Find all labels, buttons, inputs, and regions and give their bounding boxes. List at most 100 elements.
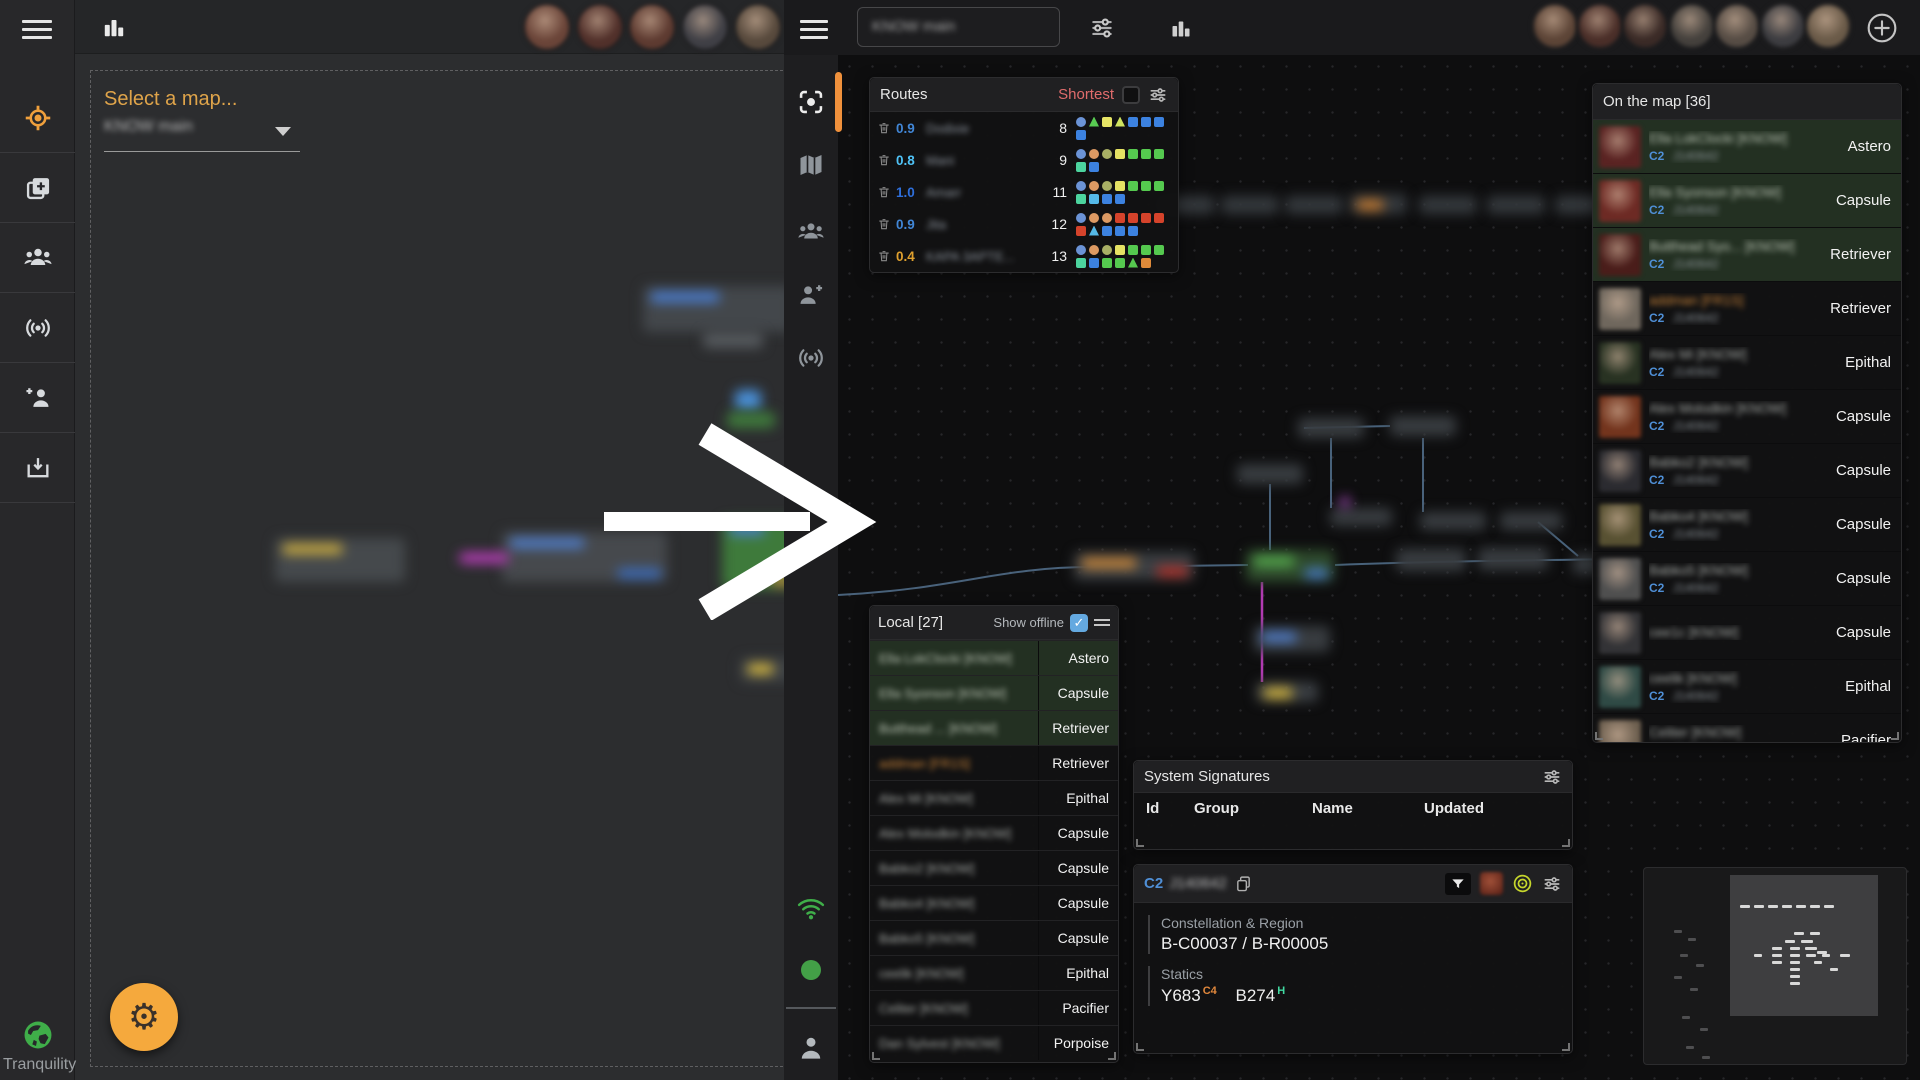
map-node[interactable] <box>722 519 784 589</box>
map-node[interactable] <box>1487 196 1545 214</box>
system-chip[interactable] <box>1076 193 1086 204</box>
pilot-row[interactable]: Celiter [KNOW] C2 J140642 Pacifier <box>1593 714 1901 742</box>
column-header[interactable]: Id <box>1134 800 1194 817</box>
avatar[interactable] <box>1805 3 1851 49</box>
system-chip[interactable] <box>1154 212 1164 223</box>
system-chip[interactable] <box>1115 180 1125 191</box>
panel-menu-icon[interactable] <box>1094 619 1110 626</box>
trash-icon[interactable] <box>877 217 891 231</box>
system-info-header[interactable]: C2 J140642 <box>1134 865 1572 903</box>
system-chip[interactable] <box>1154 180 1164 191</box>
pilot-row[interactable]: Alex Molodkin [KNOW] Capsule <box>870 815 1118 850</box>
map-node[interactable] <box>1478 548 1548 570</box>
map-select-value[interactable]: KNOW main <box>104 118 193 136</box>
sidebar-item-import[interactable] <box>0 433 75 503</box>
avatar[interactable] <box>1577 3 1623 49</box>
system-chip[interactable] <box>1076 148 1086 159</box>
sidebar-item-people[interactable] <box>0 223 75 293</box>
map-node[interactable] <box>1254 626 1330 652</box>
column-header[interactable]: Updated <box>1424 800 1484 817</box>
toolbar-item-add-person[interactable] <box>784 281 838 309</box>
system-chip[interactable] <box>1115 225 1125 236</box>
system-chip[interactable] <box>1102 116 1112 127</box>
system-chip[interactable] <box>1076 244 1086 255</box>
map-node[interactable] <box>1390 416 1456 436</box>
system-chip[interactable] <box>1102 148 1112 159</box>
pilot-row[interactable]: Butthead ... [KNOW] Retriever <box>870 710 1118 745</box>
pilot-row[interactable]: Ella Syonson [KNOW] C2 J140642 Capsule <box>1593 174 1901 228</box>
pilot-row[interactable]: Babko5 [KNOW] Capsule <box>870 920 1118 955</box>
system-chip[interactable] <box>1141 180 1151 191</box>
system-chip[interactable] <box>1089 257 1099 268</box>
route-row[interactable]: 0.9 Dodixie 8 <box>870 112 1178 144</box>
trash-icon[interactable] <box>877 153 891 167</box>
system-chip[interactable] <box>1128 180 1138 191</box>
menu-icon[interactable] <box>22 20 52 39</box>
avatar[interactable] <box>523 3 571 51</box>
pilot-row[interactable]: Babko2 [KNOW] Capsule <box>870 850 1118 885</box>
pilot-row[interactable]: Babko4 [KNOW] Capsule <box>870 885 1118 920</box>
route-mode-checkbox[interactable] <box>1122 85 1140 104</box>
toolbar-item-broadcast[interactable] <box>784 343 838 373</box>
system-chip[interactable] <box>1089 148 1099 159</box>
resize-handle[interactable] <box>1595 732 1603 740</box>
copy-icon[interactable] <box>1235 875 1252 892</box>
system-chip[interactable] <box>1128 257 1138 268</box>
system-chip[interactable] <box>1115 257 1125 268</box>
bubble-rings-icon[interactable] <box>1512 873 1533 894</box>
settings-fab[interactable]: ⚙ <box>110 983 178 1051</box>
pilot-row[interactable]: Ella LokClocki [KNOW] C2 J140642 Astero <box>1593 120 1901 174</box>
pilot-row[interactable]: cee1c [KNOW] Capsule <box>1593 606 1901 660</box>
map-node[interactable] <box>275 538 405 582</box>
system-chip[interactable] <box>1115 116 1125 127</box>
column-header[interactable]: Group <box>1194 800 1312 817</box>
avatar[interactable] <box>734 3 782 51</box>
pilot-row[interactable]: addman [FR1S] Retriever <box>870 745 1118 780</box>
pilot-row[interactable]: Ella Syonson [KNOW] Capsule <box>870 675 1118 710</box>
map-node[interactable] <box>1074 552 1194 580</box>
system-chip[interactable] <box>1102 244 1112 255</box>
system-chip[interactable] <box>1128 244 1138 255</box>
system-chip[interactable] <box>1102 193 1112 204</box>
add-character-icon[interactable] <box>1866 12 1898 44</box>
system-chip[interactable] <box>1141 212 1151 223</box>
system-chip[interactable] <box>1089 161 1099 172</box>
map-node[interactable] <box>740 658 784 682</box>
system-chip[interactable] <box>1115 212 1125 223</box>
pilot-row[interactable]: addman [FR1S] C2 J140642 Retriever <box>1593 282 1901 336</box>
system-chip[interactable] <box>1076 116 1086 127</box>
system-chip[interactable] <box>1089 116 1099 127</box>
map-node[interactable] <box>727 412 775 428</box>
avatar[interactable] <box>1760 3 1806 49</box>
system-chip[interactable] <box>1102 257 1112 268</box>
system-chip[interactable] <box>1076 257 1086 268</box>
resize-handle[interactable] <box>1562 839 1570 847</box>
pilot-row[interactable]: Babko5 [KNOW] C2 J140642 Capsule <box>1593 552 1901 606</box>
pilot-row[interactable]: Celiter [KNOW] Pacifier <box>870 990 1118 1025</box>
system-chip[interactable] <box>1089 193 1099 204</box>
system-chip[interactable] <box>1076 180 1086 191</box>
settings-sliders-icon[interactable] <box>1542 767 1562 787</box>
toolbar-item-people[interactable] <box>784 218 838 246</box>
system-chip[interactable] <box>1141 116 1151 127</box>
avatar[interactable] <box>1669 3 1715 49</box>
toolbar-item-focus[interactable] <box>784 88 838 116</box>
resize-handle[interactable] <box>872 1052 880 1060</box>
map-node[interactable] <box>1285 196 1343 214</box>
system-chip[interactable] <box>1128 148 1138 159</box>
resize-handle[interactable] <box>1136 839 1144 847</box>
avatar[interactable] <box>1714 3 1760 49</box>
pilot-row[interactable]: Ella LokClocki [KNOW] Astero <box>870 640 1118 675</box>
system-chip[interactable] <box>1115 148 1125 159</box>
system-chip[interactable] <box>1076 225 1086 236</box>
route-row[interactable]: 1.0 Amarr 11 <box>870 176 1178 208</box>
system-chip[interactable] <box>1089 225 1099 236</box>
map-node[interactable] <box>1330 508 1392 526</box>
minimap[interactable] <box>1643 867 1907 1065</box>
system-chip[interactable] <box>1141 257 1151 268</box>
show-offline-checkbox[interactable]: ✓ <box>1070 613 1088 632</box>
avatar[interactable] <box>576 3 624 51</box>
system-chip[interactable] <box>1141 244 1151 255</box>
map-node[interactable] <box>1500 512 1562 530</box>
map-node[interactable] <box>735 390 761 410</box>
